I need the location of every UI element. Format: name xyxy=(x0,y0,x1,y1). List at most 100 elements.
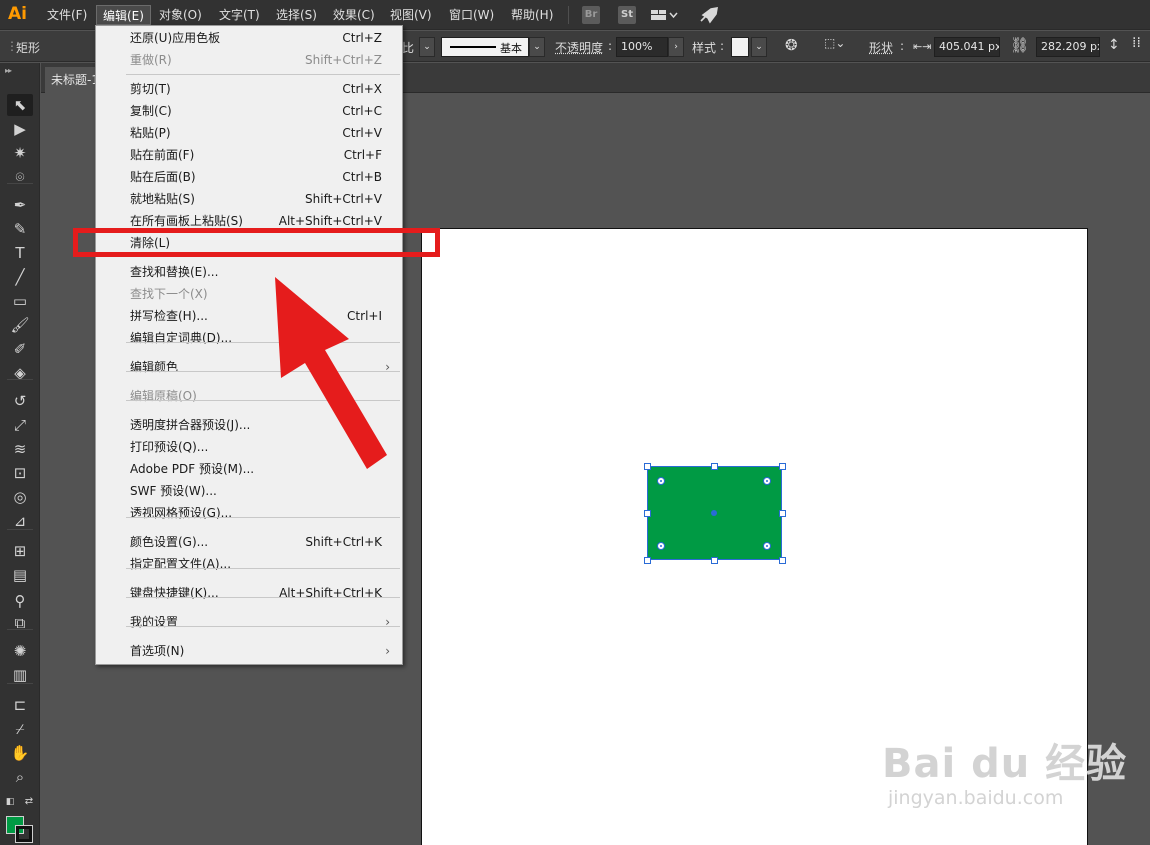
menu-item-pdf-presets[interactable]: Adobe PDF 预设(M)... xyxy=(96,458,402,480)
artboard-tool-icon[interactable]: ⊏ xyxy=(7,694,33,716)
lasso-tool-icon[interactable]: ⌾ xyxy=(7,166,33,188)
opacity-label[interactable]: 不透明度 xyxy=(555,39,603,56)
curvature-tool-icon[interactable]: ✎ xyxy=(7,218,33,240)
menu-item-copy[interactable]: 复制(C) Ctrl+C xyxy=(96,100,402,122)
menu-separator xyxy=(126,371,400,372)
menu-item-transparency-flattener-presets[interactable]: 透明度拼合器预设(J)... xyxy=(96,414,402,436)
mesh-tool-icon[interactable]: ⊞ xyxy=(7,540,33,562)
resize-handle-top-left[interactable] xyxy=(644,463,651,470)
menu-help[interactable]: 帮助(H) xyxy=(505,5,559,25)
stroke-color-swatch[interactable] xyxy=(15,825,33,843)
resize-handle-right[interactable] xyxy=(779,510,786,517)
menu-object[interactable]: 对象(O) xyxy=(153,5,208,25)
menu-item-print-presets[interactable]: 打印预设(Q)... xyxy=(96,436,402,458)
menu-item-paste-in-place[interactable]: 就地粘贴(S) Shift+Ctrl+V xyxy=(96,188,402,210)
menu-item-color-settings[interactable]: 颜色设置(G)... Shift+Ctrl+K xyxy=(96,531,402,553)
menu-item-undo[interactable]: 还原(U)应用色板 Ctrl+Z xyxy=(96,27,402,49)
corner-radius-widget[interactable] xyxy=(657,477,665,485)
bridge-icon[interactable]: Br xyxy=(582,6,600,24)
blend-tool-icon[interactable]: ⧉ xyxy=(7,612,33,634)
menu-view[interactable]: 视图(V) xyxy=(384,5,438,25)
ratio-label: 比 xyxy=(402,41,415,55)
recolor-icon[interactable]: ❂ xyxy=(785,36,798,54)
width-input[interactable]: 405.041 px xyxy=(934,37,1000,57)
menu-item-label: 复制(C) xyxy=(130,104,172,118)
corner-radius-widget[interactable] xyxy=(763,477,771,485)
menu-edit[interactable]: 编辑(E) xyxy=(96,5,151,25)
tools-panel: ▸▸ ⬉ ▶ ✷ ⌾ ✒ ✎ T ╱ ▭ 🖌 ✐ ◈ ↺ ⤢ ≋ ⊡ ◎ ⊿ ⊞ ▤ ⚲ ⧉ ✺ ▥ ⊏ ⌿ ✋ ⌕ ◧ ⇄ xyxy=(0,63,40,845)
menu-file[interactable]: 文件(F) xyxy=(41,5,93,25)
pen-tool-icon[interactable]: ✒ xyxy=(7,194,33,216)
eyedropper-tool-icon[interactable]: ⚲ xyxy=(7,590,33,612)
shape-label[interactable]: 形状 xyxy=(869,39,893,56)
rotate-tool-icon[interactable]: ↺ xyxy=(7,390,33,412)
menu-item-preferences[interactable]: 首选项(N) › xyxy=(96,640,402,662)
resize-handle-left[interactable] xyxy=(644,510,651,517)
eraser-tool-icon[interactable]: ◈ xyxy=(7,362,33,384)
corner-radius-widget[interactable] xyxy=(657,542,665,550)
menu-item-find-next: 查找下一个(X) xyxy=(96,283,402,305)
width-tool-icon[interactable]: ≋ xyxy=(7,438,33,460)
opacity-arrow[interactable]: › xyxy=(668,37,684,57)
menu-item-paste[interactable]: 粘贴(P) Ctrl+V xyxy=(96,122,402,144)
menu-item-find-and-replace[interactable]: 查找和替换(E)... xyxy=(96,261,402,283)
align-options-icon[interactable]: ⬚⌄ xyxy=(824,36,845,50)
transform-options-icon[interactable]: ⁞⁞ xyxy=(1132,35,1141,51)
height-input[interactable]: 282.209 px xyxy=(1036,37,1100,57)
menu-item-assign-profile[interactable]: 指定配置文件(A)... xyxy=(96,553,402,575)
link-dimensions-icon[interactable]: ⛓ xyxy=(1010,36,1029,54)
rectangle-tool-icon[interactable]: ▭ xyxy=(7,290,33,312)
type-tool-icon[interactable]: T xyxy=(7,242,33,264)
resize-handle-top-right[interactable] xyxy=(779,463,786,470)
rocket-icon[interactable] xyxy=(698,6,720,24)
stroke-profile-field[interactable]: 基本 xyxy=(441,37,529,57)
menu-item-my-settings[interactable]: 我的设置 › xyxy=(96,611,402,633)
paintbrush-tool-icon[interactable]: 🖌 xyxy=(7,314,33,336)
direct-selection-tool-icon[interactable]: ▶ xyxy=(7,118,33,140)
style-dropdown[interactable]: ⌄ xyxy=(751,37,767,57)
menu-effect[interactable]: 效果(C) xyxy=(327,5,381,25)
graphic-style-swatch[interactable] xyxy=(731,37,749,57)
menu-item-paste-in-back[interactable]: 贴在后面(B) Ctrl+B xyxy=(96,166,402,188)
menu-select[interactable]: 选择(S) xyxy=(270,5,323,25)
menu-window[interactable]: 窗口(W) xyxy=(443,5,500,25)
zoom-tool-icon[interactable]: ⌕ xyxy=(7,766,33,788)
resize-handle-bottom[interactable] xyxy=(711,557,718,564)
corner-radius-widget[interactable] xyxy=(763,542,771,550)
shaper-tool-icon[interactable]: ✐ xyxy=(7,338,33,360)
symbol-sprayer-tool-icon[interactable]: ✺ xyxy=(7,640,33,662)
menu-item-cut[interactable]: 剪切(T) Ctrl+X xyxy=(96,78,402,100)
stroke-profile-dropdown[interactable]: ⌄ xyxy=(529,37,545,57)
gradient-tool-icon[interactable]: ▤ xyxy=(7,564,33,586)
menu-type[interactable]: 文字(T) xyxy=(213,5,266,25)
resize-handle-bottom-left[interactable] xyxy=(644,557,651,564)
menu-item-edit-custom-dictionary[interactable]: 编辑自定词典(D)... xyxy=(96,327,402,349)
shape-builder-tool-icon[interactable]: ◎ xyxy=(7,486,33,508)
resize-handle-bottom-right[interactable] xyxy=(779,557,786,564)
menu-item-edit-colors[interactable]: 编辑颜色 › xyxy=(96,356,402,378)
menu-item-keyboard-shortcuts[interactable]: 键盘快捷键(K)... Alt+Shift+Ctrl+K xyxy=(96,582,402,604)
submenu-arrow-icon: › xyxy=(385,615,390,629)
menu-item-shortcut: Shift+Ctrl+K xyxy=(305,535,382,549)
hand-tool-icon[interactable]: ✋ xyxy=(7,742,33,764)
slice-tool-icon[interactable]: ⌿ xyxy=(7,718,33,740)
default-colors-icon[interactable]: ◧ xyxy=(3,795,17,809)
selection-tool-icon[interactable]: ⬉ xyxy=(7,94,33,116)
workspace-layout-icon[interactable] xyxy=(650,6,678,24)
menu-item-shortcut: Ctrl+V xyxy=(342,126,382,140)
stock-icon[interactable]: St xyxy=(618,6,636,24)
line-tool-icon[interactable]: ╱ xyxy=(7,266,33,288)
free-transform-tool-icon[interactable]: ⊡ xyxy=(7,462,33,484)
resize-handle-top[interactable] xyxy=(711,463,718,470)
magic-wand-tool-icon[interactable]: ✷ xyxy=(7,142,33,164)
tools-panel-grip[interactable]: ▸▸ xyxy=(5,66,12,75)
opacity-input[interactable]: 100% xyxy=(616,37,668,57)
menu-item-check-spelling[interactable]: 拼写检查(H)... Ctrl+I xyxy=(96,305,402,327)
ratio-dropdown[interactable]: ⌄ xyxy=(419,37,435,57)
menu-item-label: 透视网格预设(G)... xyxy=(130,506,233,520)
menu-item-perspective-grid-presets[interactable]: 透视网格预设(G)... xyxy=(96,502,402,524)
menu-item-swf-presets[interactable]: SWF 预设(W)... xyxy=(96,480,402,502)
scale-tool-icon[interactable]: ⤢ xyxy=(7,414,33,436)
menu-item-paste-in-front[interactable]: 贴在前面(F) Ctrl+F xyxy=(96,144,402,166)
swap-colors-icon[interactable]: ⇄ xyxy=(22,795,36,809)
